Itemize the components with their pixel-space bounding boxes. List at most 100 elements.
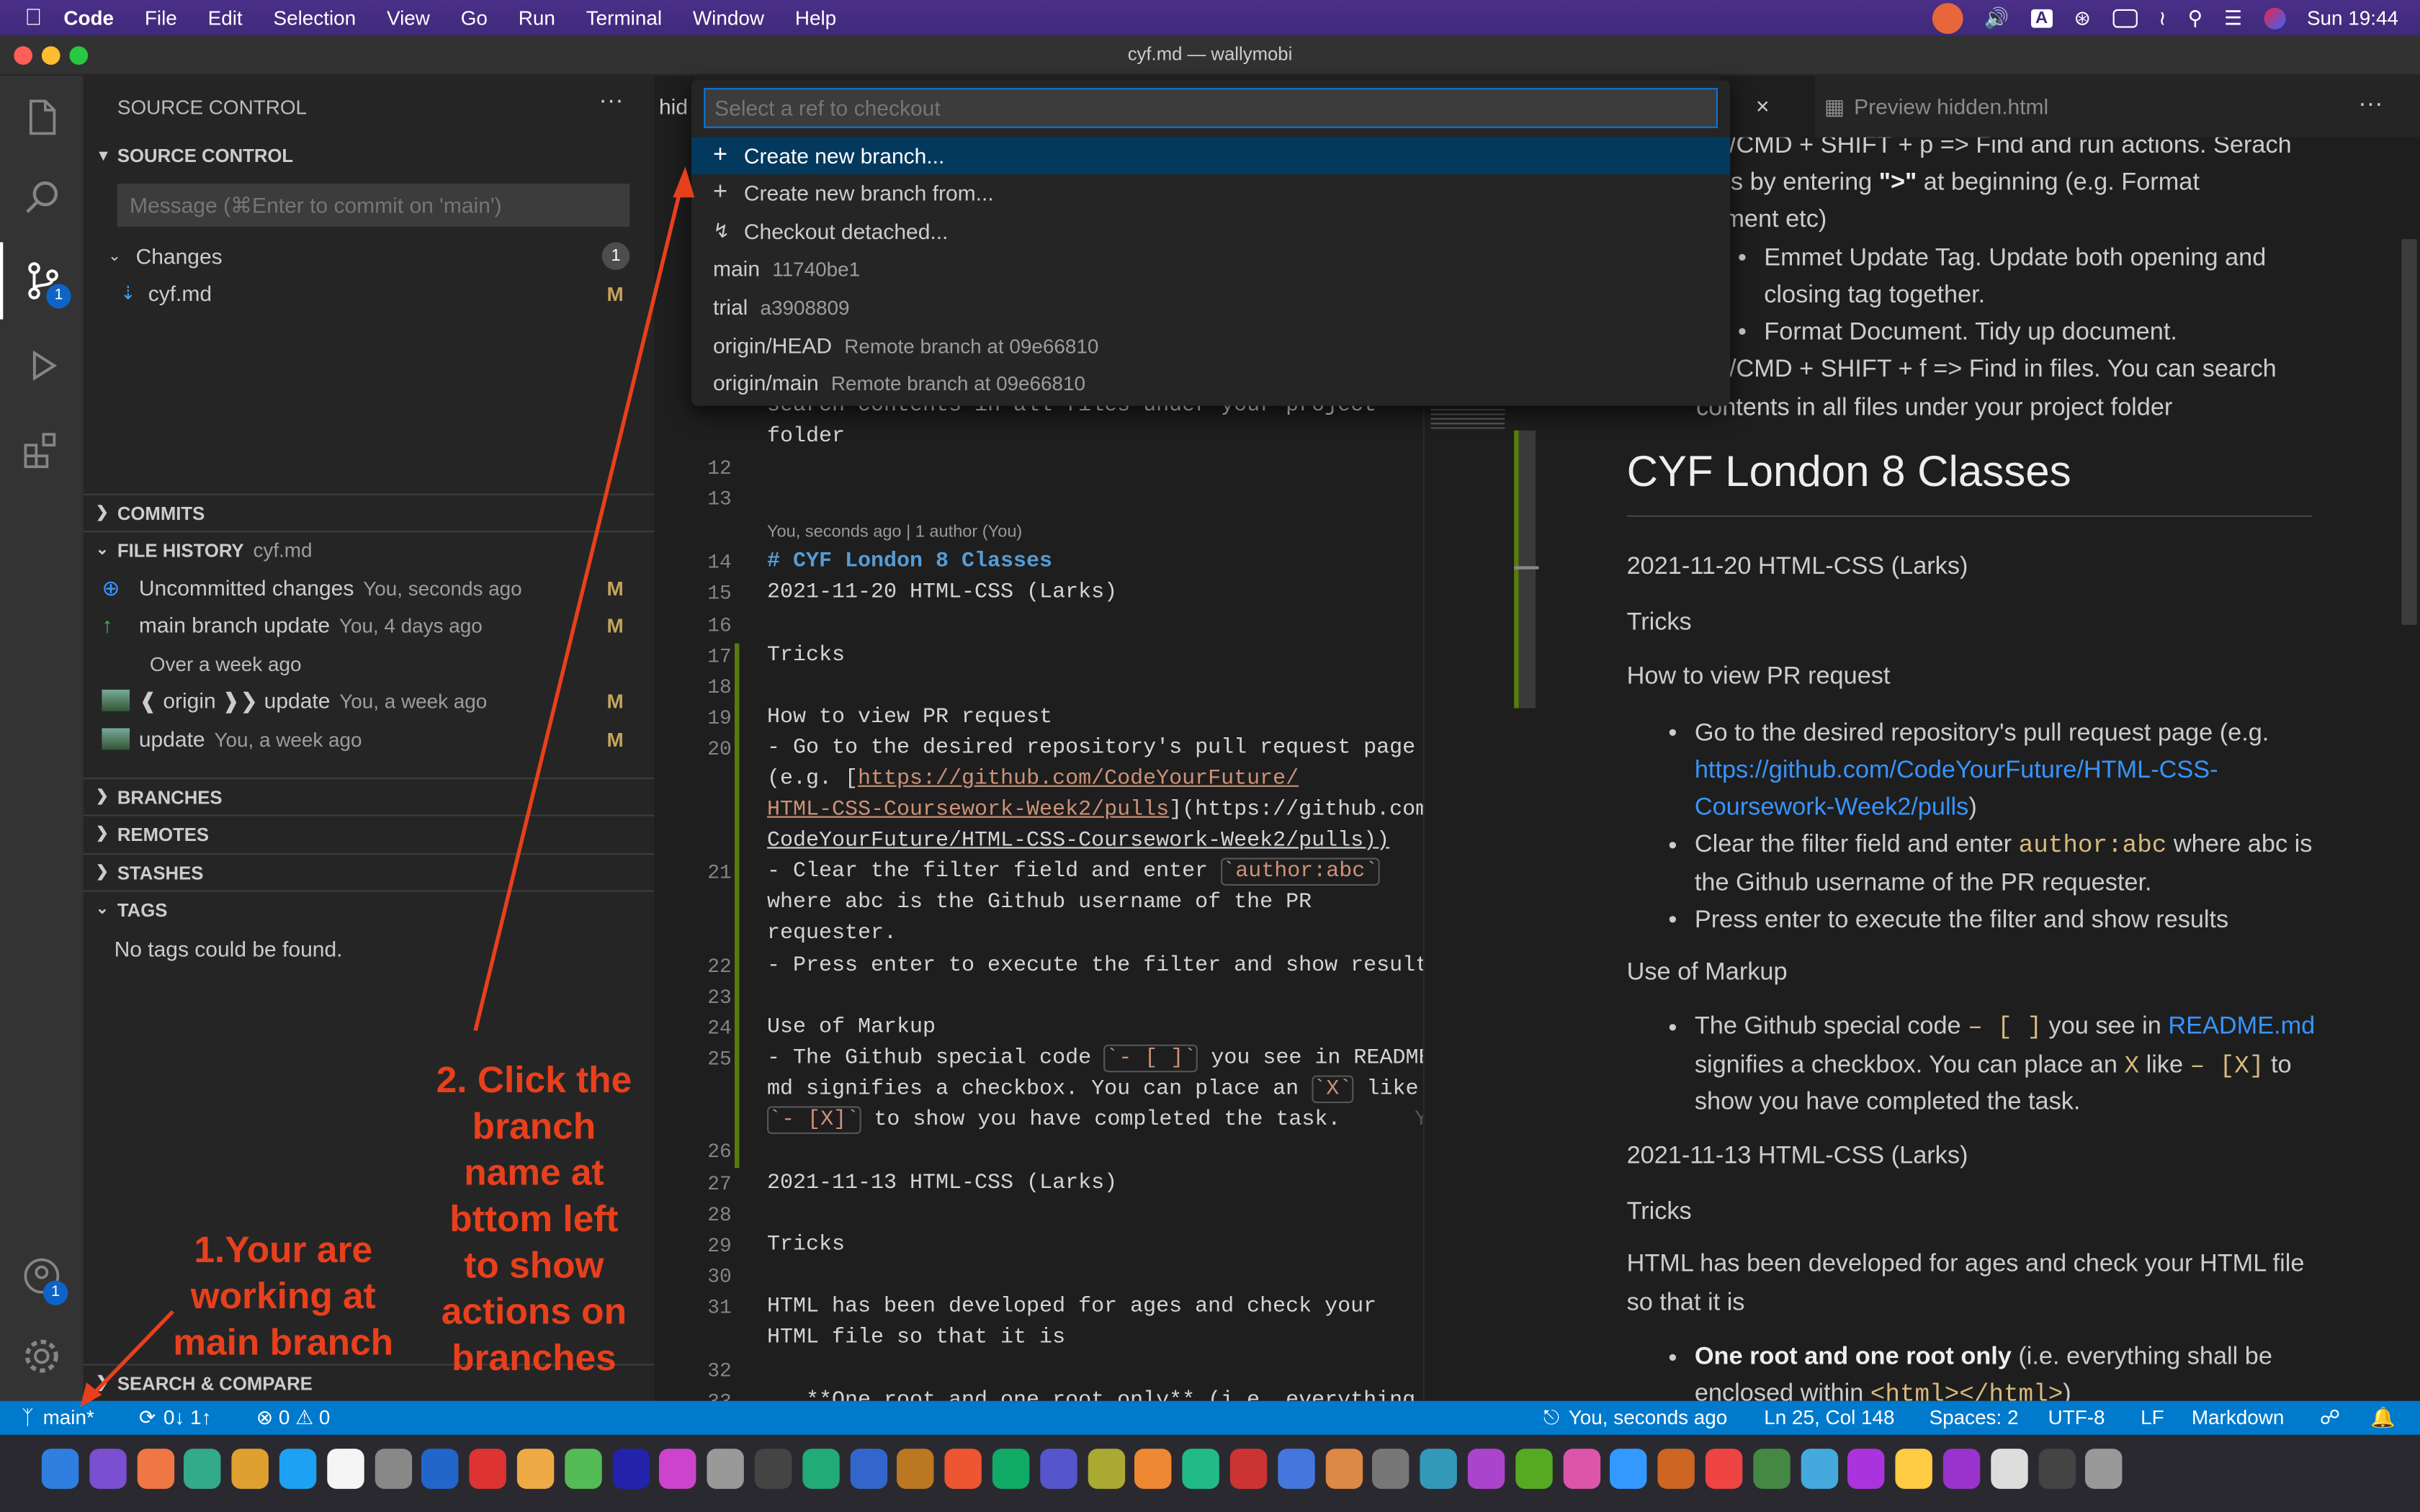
menu-go[interactable]: Go	[461, 6, 488, 30]
dock-app-icon[interactable]	[326, 1449, 364, 1489]
problems-status-item[interactable]: ⊗ 0 ⚠ 0	[256, 1405, 331, 1430]
dock-app-icon[interactable]	[992, 1449, 1030, 1489]
menu-edit[interactable]: Edit	[208, 6, 243, 30]
dock-app-icon[interactable]	[1515, 1449, 1553, 1489]
indentation[interactable]: Spaces: 2	[1930, 1405, 2019, 1428]
changes-group[interactable]: ⌄ Changes 1	[84, 238, 655, 274]
dock-app-icon[interactable]	[1277, 1449, 1315, 1489]
preview-link[interactable]: https://github.com/CodeYourFuture/HTML-C…	[1695, 757, 2218, 786]
end-of-line[interactable]: LF	[2141, 1405, 2164, 1428]
quick-pick-item-create-branch[interactable]: + Create new branch...	[691, 137, 1731, 175]
dock-app-icon[interactable]	[1229, 1449, 1268, 1489]
cursor-position[interactable]: Ln 25, Col 148	[1764, 1405, 1894, 1428]
dock-app-icon[interactable]	[1657, 1449, 1695, 1489]
history-row[interactable]: ⊕ Uncommitted changes You, seconds ago M	[84, 570, 655, 606]
bell-icon[interactable]: 🔔	[2370, 1405, 2396, 1430]
menu-selection[interactable]: Selection	[274, 6, 357, 30]
dock-app-icon[interactable]	[1182, 1449, 1220, 1489]
dock-app-icon[interactable]	[1325, 1449, 1363, 1489]
quick-pick-item-checkout-detached[interactable]: ↯ Checkout detached...	[691, 213, 1730, 250]
editor-tab-preview[interactable]: ▦ Preview hidden.html	[1815, 76, 2124, 138]
preview-link[interactable]: README.md	[2168, 1014, 2315, 1040]
apple-icon[interactable]: 	[24, 4, 42, 30]
volume-icon[interactable]: 🔊	[1984, 6, 2009, 30]
quick-pick-item-branch[interactable]: main 11740be1	[691, 250, 1730, 287]
dock-app-icon[interactable]	[2038, 1449, 2076, 1489]
dock-app-icon[interactable]	[41, 1449, 79, 1489]
blame-status-item[interactable]: ⎋ You, seconds ago	[1543, 1405, 1727, 1430]
menu-run[interactable]: Run	[519, 6, 555, 30]
dock-app-icon[interactable]	[754, 1449, 792, 1489]
dock-app-icon[interactable]	[421, 1449, 460, 1489]
quick-pick-item-create-branch-from[interactable]: + Create new branch from...	[691, 174, 1730, 211]
language-mode[interactable]: Markdown	[2192, 1405, 2285, 1428]
menu-file[interactable]: File	[145, 6, 177, 30]
app-menu[interactable]: Code	[63, 6, 114, 30]
dock-app-icon[interactable]	[279, 1449, 317, 1489]
search-button[interactable]	[0, 159, 84, 236]
file-history-section-header[interactable]: ⌄ FILE HISTORY cyf.md	[83, 531, 655, 567]
menu-help[interactable]: Help	[795, 6, 836, 30]
dock-app-icon[interactable]	[516, 1449, 555, 1489]
dock-app-icon[interactable]	[469, 1449, 507, 1489]
commits-section-header[interactable]: ❯ COMMITS	[83, 493, 655, 531]
commit-message-input[interactable]	[117, 183, 630, 227]
dock-app-icon[interactable]	[1752, 1449, 1791, 1489]
tags-section-header[interactable]: ⌄ TAGS	[83, 890, 655, 927]
dock-app-icon[interactable]	[1705, 1449, 1743, 1489]
quick-pick-item-branch[interactable]: trial a3908809	[691, 289, 1730, 325]
menu-view[interactable]: View	[387, 6, 430, 30]
menu-terminal[interactable]: Terminal	[586, 6, 662, 30]
spotlight-icon[interactable]: ⚲	[2188, 6, 2202, 30]
history-row[interactable]: ↑ main branch update You, 4 days ago M	[84, 606, 655, 643]
app-status-icon[interactable]	[1932, 2, 1963, 34]
extensions-button[interactable]	[0, 412, 84, 489]
editor-tab-markdown[interactable]: d ×	[1719, 76, 1815, 138]
code-link[interactable]: HTML-CSS-Coursework-Week2/pulls	[767, 798, 1169, 822]
quick-pick-item-branch[interactable]: origin/main Remote branch at 09e66810	[691, 364, 1730, 401]
dock-app-icon[interactable]	[1087, 1449, 1125, 1489]
dock-app-icon[interactable]	[1800, 1449, 1838, 1489]
history-row[interactable]: ❰ origin ❱❯ update You, a week ago M	[84, 682, 655, 719]
dock-app-icon[interactable]	[1610, 1449, 1648, 1489]
dock-app-icon[interactable]	[184, 1449, 222, 1489]
dock-app-icon[interactable]	[2085, 1449, 2123, 1489]
preview-link[interactable]: Coursework-Week2/pulls	[1695, 795, 1968, 821]
history-row[interactable]: update You, a week ago M	[84, 721, 655, 757]
ref-search-input[interactable]	[704, 88, 1718, 128]
dock-app-icon[interactable]	[374, 1449, 412, 1489]
run-debug-button[interactable]	[0, 327, 84, 404]
dock-app-icon[interactable]	[611, 1449, 650, 1489]
accounts-button[interactable]: 1	[0, 1238, 84, 1315]
dock-app-icon[interactable]	[1942, 1449, 1981, 1489]
wifi-icon[interactable]: ≀	[2159, 6, 2166, 30]
control-center-icon[interactable]: ☰	[2224, 6, 2242, 30]
dock-app-icon[interactable]	[1134, 1449, 1173, 1489]
siri-icon[interactable]	[2263, 6, 2285, 29]
branches-section-header[interactable]: ❯ BRANCHES	[83, 778, 655, 815]
dock-app-icon[interactable]	[897, 1449, 935, 1489]
more-actions-icon[interactable]: ···	[599, 88, 623, 116]
branch-status-item[interactable]: ᛉ main*	[22, 1405, 94, 1428]
blame-codelens[interactable]: You, seconds ago | 1 author (You)	[767, 523, 1022, 541]
code-link[interactable]: https://github.com/CodeYourFuture/	[858, 767, 1299, 791]
dock-app-icon[interactable]	[707, 1449, 745, 1489]
bluetooth-icon[interactable]: ⊛	[2074, 6, 2090, 30]
dock-app-icon[interactable]	[136, 1449, 174, 1489]
battery-icon[interactable]	[2112, 8, 2138, 27]
dock-app-icon[interactable]	[89, 1449, 127, 1489]
sync-status-item[interactable]: ⟳ 0↓ 1↑	[139, 1405, 212, 1430]
dock-app-icon[interactable]	[1467, 1449, 1505, 1489]
dock-app-icon[interactable]	[1895, 1449, 1933, 1489]
stashes-section-header[interactable]: ❯ STASHES	[83, 853, 655, 890]
changed-file-row[interactable]: ⇣ cyf.md M	[84, 274, 655, 311]
scm-section-header[interactable]: ▼ SOURCE CONTROL	[84, 138, 655, 174]
dock-app-icon[interactable]	[849, 1449, 887, 1489]
encoding[interactable]: UTF-8	[2048, 1405, 2105, 1428]
preview-scrollbar[interactable]	[2401, 239, 2417, 625]
dock-app-icon[interactable]	[944, 1449, 982, 1489]
dock-app-icon[interactable]	[802, 1449, 840, 1489]
dock-app-icon[interactable]	[1420, 1449, 1458, 1489]
input-source-icon[interactable]: A	[2030, 8, 2053, 27]
editor-tab-left[interactable]: hid	[654, 76, 695, 138]
